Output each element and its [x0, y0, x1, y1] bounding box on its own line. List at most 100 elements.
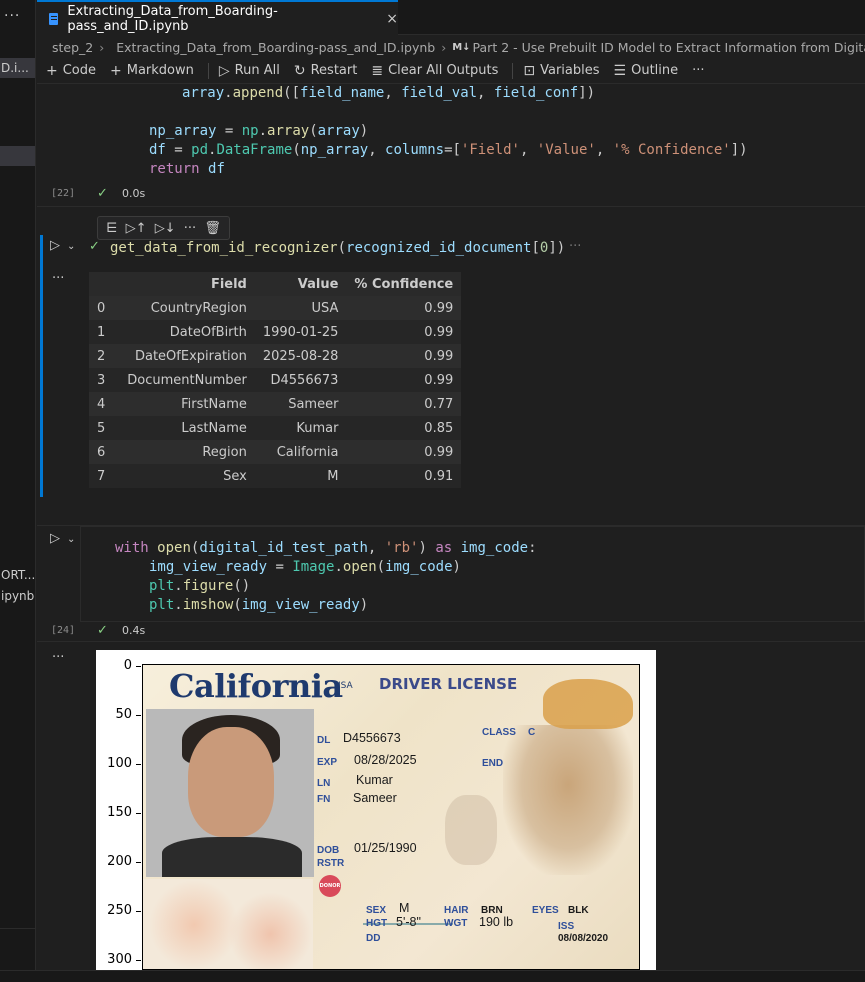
- table-row: 4 FirstName Sameer 0.77: [89, 392, 462, 416]
- code-line[interactable]: np_array = np.array(array): [149, 122, 368, 141]
- table-cell: DateOfBirth: [119, 320, 255, 344]
- table-row: 6 Region California 0.99: [89, 440, 462, 464]
- trash-icon[interactable]: 🗑: [204, 221, 221, 236]
- card-field-value: 190 lb: [479, 915, 514, 929]
- breadcrumb: step_2 › Extracting_Data_from_Boarding-p…: [37, 36, 865, 58]
- card-artwork-miner: [503, 725, 633, 875]
- outline-button[interactable]: ☰ Outline: [614, 63, 679, 79]
- card-field-value: M: [399, 901, 410, 915]
- table-cell: CountryRegion: [119, 296, 255, 320]
- variables-button[interactable]: ⊡ Variables: [523, 63, 599, 79]
- restart-icon: ↻: [293, 62, 306, 79]
- explorer-file-item[interactable]: ipynb: [0, 586, 35, 606]
- add-code-button[interactable]: + Code: [46, 63, 96, 79]
- cell-divider: [37, 641, 865, 642]
- notebook-editor: array.append([field_name, field_val, fie…: [37, 85, 865, 970]
- play-icon: ▷: [218, 62, 230, 79]
- card-field-label: HAIR: [444, 905, 469, 916]
- code-line[interactable]: plt.imshow(img_view_ready): [149, 596, 368, 615]
- code-line[interactable]: img_view_ready = Image.open(img_code): [149, 558, 461, 577]
- more-icon[interactable]: ···: [184, 221, 196, 236]
- card-field-label: DD: [366, 933, 381, 944]
- chevron-down-icon[interactable]: ⌄: [67, 241, 75, 252]
- cell-focus-indicator: [40, 235, 43, 497]
- table-header-cell: % Confidence: [346, 272, 462, 296]
- y-tick-label: 200: [107, 854, 132, 869]
- card-field-value: Kumar: [356, 773, 393, 787]
- breadcrumb-section[interactable]: Part 2 - Use Prebuilt ID Model to Extrac…: [473, 40, 865, 55]
- card-field-label: SEX: [366, 905, 387, 916]
- card-field-label: FN: [317, 794, 331, 805]
- list-icon: ☰: [613, 62, 627, 79]
- card-field-label: HGT: [366, 918, 388, 929]
- explorer-more-icon[interactable]: ···: [4, 8, 20, 24]
- table-cell: 4: [89, 392, 120, 416]
- y-tick-mark: [136, 911, 141, 912]
- card-field-label: LN: [317, 778, 331, 789]
- explorer-strip: ··· D.i... ORT... ipynb: [0, 0, 36, 982]
- table-cell: 0.99: [346, 344, 462, 368]
- explorer-file-item[interactable]: ORT...: [0, 565, 35, 585]
- card-field-value: Sameer: [353, 791, 397, 805]
- card-field-label: DOB: [317, 845, 340, 856]
- code-line[interactable]: with open(digital_id_test_path, 'rb') as…: [115, 539, 537, 558]
- table-header-cell: Value: [254, 272, 347, 296]
- close-icon[interactable]: ×: [386, 11, 398, 27]
- card-artwork-bear: [543, 679, 633, 729]
- restart-label: Restart: [310, 63, 358, 78]
- play-icon[interactable]: ▷: [50, 531, 60, 546]
- code-line[interactable]: array.append([field_name, field_val, fie…: [182, 85, 595, 103]
- card-field-value: 08/08/2020: [558, 933, 609, 944]
- run-all-button[interactable]: ▷ Run All: [219, 63, 280, 79]
- breadcrumb-file[interactable]: Extracting_Data_from_Boarding-pass_and_I…: [116, 40, 435, 55]
- explorer-file-item[interactable]: D.i...: [0, 58, 35, 78]
- table-cell: 3: [89, 368, 120, 392]
- table-cell: Sex: [119, 464, 255, 488]
- code-line[interactable]: plt.figure(): [149, 577, 250, 596]
- run-by-line-icon[interactable]: ⋿: [106, 221, 117, 236]
- card-field-value: 01/25/1990: [354, 841, 417, 855]
- toolbar-more-button[interactable]: ···: [692, 63, 704, 78]
- run-below-icon[interactable]: ▷↓: [155, 221, 176, 236]
- explorer-divider: [0, 928, 35, 929]
- table-cell: USA: [254, 296, 347, 320]
- explorer-selection-highlight[interactable]: [0, 146, 35, 166]
- table-cell: 2025-08-28: [254, 344, 347, 368]
- photo-face: [188, 727, 274, 837]
- collapsed-more-icon[interactable]: ···: [569, 239, 581, 254]
- table-cell: 5: [89, 416, 120, 440]
- table-cell: Region: [119, 440, 255, 464]
- table-cell: 0.99: [346, 296, 462, 320]
- table-cell: 2: [89, 344, 120, 368]
- execution-count: [22]: [51, 188, 76, 199]
- code-line[interactable]: get_data_from_id_recognizer(recognized_i…: [110, 239, 565, 258]
- card-field-value: C: [528, 727, 536, 738]
- clear-outputs-button[interactable]: ≣ Clear All Outputs: [371, 63, 498, 79]
- code-line[interactable]: df = pd.DataFrame(np_array, columns=['Fi…: [149, 141, 748, 160]
- output-more-icon[interactable]: ···: [52, 650, 64, 665]
- play-icon[interactable]: ▷: [50, 238, 60, 253]
- output-more-icon[interactable]: ···: [52, 271, 64, 286]
- card-field-label: END: [482, 758, 504, 769]
- toolbar-divider: [512, 62, 514, 79]
- table-cell: 1990-01-25: [254, 320, 347, 344]
- card-field-label: CLASS: [482, 727, 516, 738]
- card-field-label: EYES: [532, 905, 559, 916]
- outline-label: Outline: [631, 63, 679, 78]
- tab-notebook[interactable]: Extracting_Data_from_Boarding-pass_and_I…: [37, 0, 398, 35]
- breadcrumb-folder[interactable]: step_2: [52, 40, 93, 55]
- run-all-label: Run All: [234, 63, 280, 78]
- variables-icon: ⊡: [523, 62, 536, 79]
- toolbar-divider: [207, 62, 209, 79]
- run-above-icon[interactable]: ▷↑: [126, 221, 147, 236]
- code-line[interactable]: return df: [149, 160, 225, 179]
- chevron-down-icon[interactable]: ⌄: [67, 534, 75, 545]
- add-markdown-button[interactable]: + Markdown: [110, 63, 194, 79]
- table-cell: 1: [89, 320, 120, 344]
- photo-shirt: [162, 837, 302, 877]
- table-header-cell: [89, 272, 120, 296]
- tab-bar: Extracting_Data_from_Boarding-pass_and_I…: [37, 0, 865, 35]
- restart-button[interactable]: ↻ Restart: [294, 63, 357, 79]
- image-plot-output: 0 50 100 150 200 250 300 California USA …: [96, 650, 656, 970]
- y-tick-mark: [136, 813, 141, 814]
